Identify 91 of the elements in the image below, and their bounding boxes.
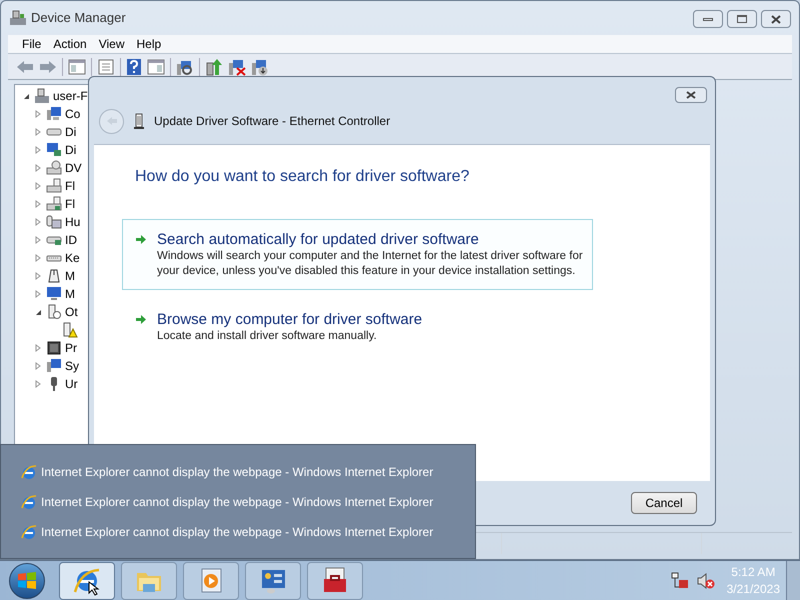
expand-arrow-icon[interactable] — [35, 272, 41, 280]
expand-arrow-icon[interactable] — [35, 182, 41, 190]
properties-icon[interactable] — [97, 58, 115, 74]
network-adapter-icon — [134, 113, 144, 129]
tree-item[interactable]: M — [65, 267, 75, 285]
menu-item[interactable]: Help — [130, 35, 168, 53]
option-title: Search automatically for updated driver software — [157, 230, 480, 249]
system-device-icon — [46, 358, 62, 374]
expand-arrow-icon[interactable] — [35, 344, 41, 352]
forward-arrow-icon[interactable] — [39, 60, 57, 74]
option-description: Windows will search your computer and the Internet for the latest driver software for your device, unless you've disabled this feature in your device installation settings. — [157, 249, 584, 279]
preview-item[interactable]: Internet Explorer cannot display the webpage - Windows Internet Explorer — [41, 462, 434, 480]
tree-item[interactable]: Co — [65, 105, 80, 123]
tree-item[interactable]: Sy — [65, 357, 80, 375]
hid-device-icon — [46, 214, 62, 230]
tree-item[interactable]: user-F — [53, 87, 88, 105]
tree-item[interactable]: Hu — [65, 213, 80, 231]
preview-item[interactable]: Internet Explorer cannot display the webpage - Windows Internet Explorer — [41, 522, 434, 540]
internet-explorer-icon — [21, 494, 37, 510]
tree-item[interactable]: Ot — [65, 303, 78, 321]
windows-logo-icon — [17, 572, 37, 590]
close-icon — [771, 14, 781, 24]
tree-item[interactable]: Fl — [65, 195, 75, 213]
floppy-drive-icon — [46, 196, 62, 212]
monitor-icon — [46, 286, 62, 302]
expand-arrow-icon[interactable] — [35, 110, 41, 118]
option-description: Locate and install driver software manually. — [157, 329, 378, 344]
tree-item[interactable]: Ur — [65, 375, 78, 393]
tree-item[interactable]: Pr — [65, 339, 77, 357]
expand-arrow-icon[interactable] — [35, 164, 41, 172]
tree-item[interactable]: Di — [65, 141, 76, 159]
expand-arrow-icon[interactable] — [35, 218, 41, 226]
update-driver-icon[interactable] — [205, 58, 223, 76]
expand-arrow-icon[interactable] — [35, 128, 41, 136]
expand-arrow-icon[interactable] — [35, 254, 41, 262]
search-option[interactable] — [122, 219, 593, 290]
volume-muted-icon[interactable] — [696, 572, 715, 590]
start-button[interactable] — [9, 562, 45, 598]
taskbar-button[interactable] — [245, 562, 301, 600]
console-tree-icon[interactable] — [68, 58, 86, 74]
arrow-icon — [135, 234, 147, 245]
device-manager-icon — [9, 10, 27, 26]
disable-device-icon[interactable] — [228, 58, 246, 76]
arrow-icon — [135, 314, 147, 325]
tree-item[interactable]: Ke — [65, 249, 80, 267]
taskbar-button[interactable] — [307, 562, 363, 600]
help-icon[interactable] — [126, 58, 142, 76]
expand-arrow-icon[interactable] — [35, 380, 41, 388]
back-arrow-icon[interactable] — [16, 60, 34, 74]
dialog-title: Update Driver Software - Ethernet Controller — [154, 113, 390, 130]
expand-arrow-icon[interactable] — [35, 236, 41, 244]
search-option[interactable]: Browse my computer for driver software Locate and install driver software manually. — [122, 299, 593, 355]
close-button[interactable] — [761, 10, 791, 28]
tree-item[interactable]: M — [65, 285, 75, 303]
computer-icon — [34, 88, 50, 104]
expand-arrow-icon[interactable] — [35, 290, 41, 298]
action-pane-icon[interactable] — [147, 58, 165, 74]
dialog-heading: How do you want to search for driver software? — [135, 167, 470, 187]
cancel-button[interactable]: Cancel — [631, 492, 697, 514]
window-title: Device Manager — [31, 9, 126, 28]
expand-arrow-icon[interactable] — [35, 362, 41, 370]
taskbar-button[interactable] — [59, 562, 115, 600]
floppy-controller-icon — [46, 178, 62, 194]
expand-arrow-icon[interactable] — [35, 146, 41, 154]
preview-item[interactable]: Internet Explorer cannot display the webpage - Windows Internet Explorer — [41, 492, 434, 510]
collapse-arrow-icon[interactable] — [22, 92, 30, 100]
minimize-button[interactable] — [693, 10, 723, 28]
network-disconnected-icon[interactable] — [670, 572, 689, 590]
tree-item[interactable]: Di — [65, 123, 76, 141]
unknown-device-icon — [46, 304, 62, 320]
option-title: Browse my computer for driver software — [157, 310, 422, 329]
dialog-close-button[interactable] — [675, 87, 707, 103]
tree-item[interactable]: Fl — [65, 177, 75, 195]
dvd-drive-icon — [46, 160, 62, 176]
computer-icon — [46, 106, 62, 122]
processor-icon — [46, 340, 62, 356]
close-icon — [686, 91, 696, 99]
uninstall-device-icon[interactable] — [251, 58, 269, 76]
expand-arrow-icon[interactable] — [35, 200, 41, 208]
mouse-icon — [46, 268, 62, 284]
tree-item[interactable]: DV — [65, 159, 82, 177]
menu-item[interactable]: Action — [47, 35, 93, 53]
show-desktop-button[interactable] — [786, 561, 800, 600]
tree-item[interactable]: ID — [65, 231, 77, 249]
internet-explorer-icon — [21, 464, 37, 480]
menu-item[interactable]: File — [16, 35, 48, 53]
display-adapter-icon — [46, 142, 62, 158]
internet-explorer-icon — [21, 524, 37, 540]
menu-item[interactable]: View — [92, 35, 130, 53]
collapse-arrow-icon[interactable] — [34, 308, 42, 316]
maximize-button[interactable] — [727, 10, 757, 28]
